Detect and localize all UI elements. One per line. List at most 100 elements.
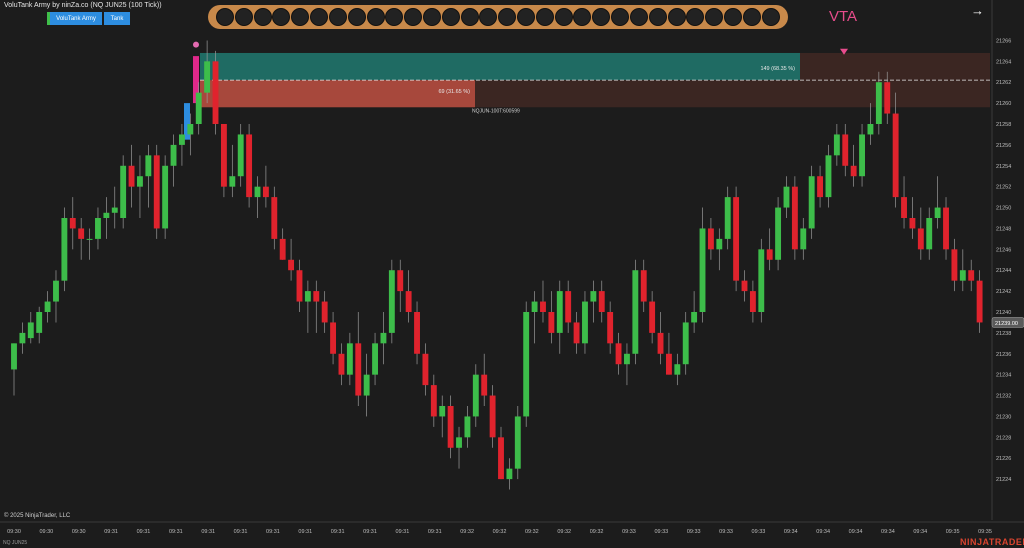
bar-type-label: NQJUN-100T:600599	[472, 108, 520, 114]
signal-dot	[347, 8, 366, 26]
price-tick-label: 21248	[996, 226, 1011, 232]
time-tick-label: 09:33	[654, 529, 668, 535]
candle-body	[540, 301, 546, 312]
time-tick-label: 09:33	[752, 529, 766, 535]
candle-body	[237, 134, 244, 177]
candle-body	[69, 218, 76, 229]
candle-body	[103, 212, 110, 218]
signal-dot	[611, 8, 630, 26]
candle-body	[741, 280, 748, 292]
candle-body	[388, 270, 395, 333]
candle-body	[212, 61, 219, 124]
time-tick-label: 09:33	[622, 529, 636, 535]
scroll-right-arrow-icon[interactable]: →	[971, 3, 984, 18]
time-tick-label: 09:31	[428, 529, 442, 535]
candle-body	[968, 270, 975, 281]
time-tick-label: 09:31	[396, 529, 410, 535]
candle-body	[884, 82, 891, 114]
signal-dots-bar	[208, 5, 788, 29]
candle-body	[640, 270, 647, 302]
candle-body	[330, 322, 337, 354]
candle-body	[892, 113, 899, 198]
candle-body	[153, 155, 160, 229]
candle-body	[430, 385, 437, 417]
price-tick-label: 21234	[996, 373, 1011, 379]
price-tick-label: 21244	[996, 268, 1011, 274]
signal-dot	[272, 8, 291, 26]
candle-body	[288, 259, 295, 271]
time-tick-label: 09:30	[72, 529, 86, 535]
signal-dot	[554, 8, 573, 26]
signal-dot	[629, 8, 648, 26]
volutank-army-button[interactable]: VoluTank Army	[50, 12, 102, 25]
candle-body	[355, 343, 362, 396]
time-tick-label: 09:32	[557, 529, 571, 535]
sell-volume-label: 69 (31.65 %)	[439, 89, 471, 95]
signal-dot	[422, 8, 441, 26]
time-axis[interactable]: 09:30 09:30 09:30 09:31 09:31 09:31 09:31 09:31…	[0, 521, 1024, 535]
buy-zone-extension	[800, 52, 990, 81]
candlestick-chart[interactable]: 149 (68.35 %) 69 (31.65 %) NQJUN-100T:6005…	[0, 0, 1024, 548]
candle-body	[598, 291, 605, 312]
signal-dot	[517, 8, 535, 26]
candle-body	[590, 291, 597, 302]
price-tick-label: 21252	[996, 185, 1011, 191]
ninjatrader-logo: NINJATRADER	[960, 537, 1024, 547]
time-tick-label: 09:32	[493, 529, 507, 535]
candle-body	[456, 437, 462, 448]
candle-body	[372, 343, 378, 375]
candle-body	[11, 343, 17, 370]
tank-button[interactable]: Tank	[104, 12, 130, 25]
candle-body	[187, 124, 194, 135]
signal-dot	[291, 8, 310, 26]
signal-dot	[705, 8, 724, 26]
candle-body	[313, 291, 320, 302]
candle-body	[691, 312, 698, 323]
time-tick-label: 09:32	[590, 529, 604, 535]
price-axis[interactable]: 21224 21226 21228 21230 21232 21234 21236 21238…	[991, 0, 1024, 520]
candle-body	[178, 134, 185, 145]
signal-dot	[761, 8, 780, 26]
candle-body	[439, 406, 446, 417]
candle-body	[86, 238, 93, 240]
candle-body	[472, 374, 479, 417]
sell-volume-zone	[200, 80, 475, 108]
vta-annotation: VTA	[829, 8, 858, 25]
candle-body	[951, 249, 958, 281]
candle-body	[934, 207, 941, 218]
signal-dot	[460, 8, 479, 26]
time-tick-label: 09:34	[784, 529, 798, 535]
signal-dot-marker	[193, 41, 199, 48]
candle-body	[775, 207, 782, 260]
signal-dot	[723, 8, 742, 26]
price-tick-label: 21236	[996, 352, 1011, 358]
price-tick-label: 21232	[996, 394, 1011, 400]
candle-body	[162, 165, 169, 229]
price-tick-label: 21228	[996, 435, 1011, 441]
signal-dot	[573, 8, 592, 26]
candle-body	[657, 332, 664, 354]
time-tick-label: 09:34	[881, 529, 895, 535]
candle-body	[254, 186, 261, 198]
signal-dot	[216, 8, 234, 26]
candle-body	[943, 207, 949, 250]
time-tick-label: 09:32	[460, 529, 474, 535]
time-tick-label: 09:31	[104, 529, 118, 535]
candle-body	[304, 291, 311, 302]
signal-dot	[385, 8, 404, 26]
time-tick-label: 09:31	[363, 529, 377, 535]
price-tick-label: 21260	[996, 101, 1011, 107]
candle-body	[414, 312, 420, 354]
candle-body	[959, 270, 966, 281]
signal-dot	[328, 8, 347, 26]
candle-body	[271, 197, 278, 239]
candle-body	[850, 165, 857, 177]
signal-dot	[648, 8, 667, 26]
candle-body	[321, 301, 328, 323]
current-price-label: 21239.00	[995, 321, 1018, 327]
price-tick-label: 21238	[996, 331, 1011, 337]
candle-body	[758, 249, 765, 312]
candle-body	[220, 124, 227, 187]
price-tick-label: 21250	[996, 206, 1011, 212]
candle-body	[145, 155, 152, 177]
